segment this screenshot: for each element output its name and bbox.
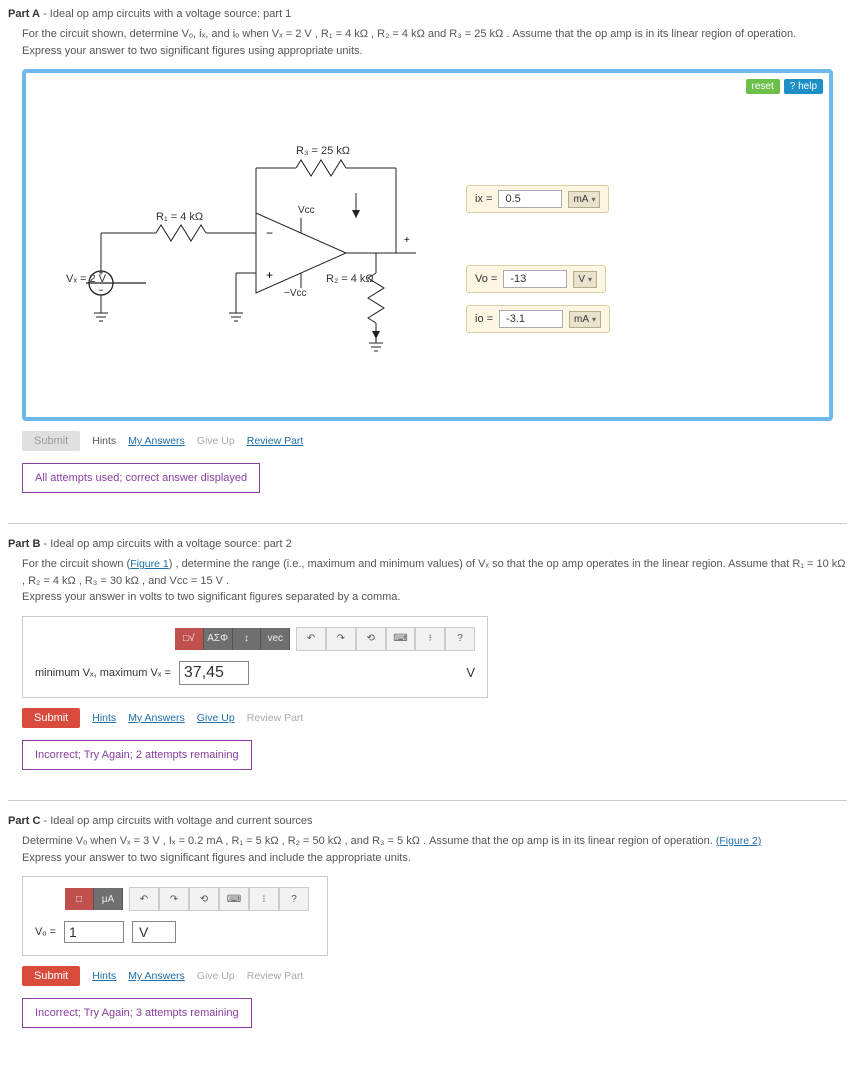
- label-r3: R₃ = 25 kΩ: [296, 145, 350, 157]
- io-label: io =: [475, 313, 493, 325]
- part-b-desc: For the circuit shown (Figure 1) , deter…: [22, 556, 847, 589]
- reset-button[interactable]: reset: [746, 79, 780, 94]
- part-b-instruction: Express your answer in volts to two sign…: [22, 589, 847, 606]
- input-panel-c: □ μA ↶ ↷ ⟲ ⌨ ⁝ ? Vₒ = 1 V: [22, 876, 328, 956]
- tb-btn-c-3[interactable]: ↷: [159, 887, 189, 911]
- ix-value[interactable]: 0.5: [498, 190, 562, 208]
- submit-button-c[interactable]: Submit: [22, 966, 80, 986]
- part-a: Part A - Ideal op amp circuits with a vo…: [8, 8, 847, 499]
- input-panel-b: □√ ΑΣΦ ↕ vec ↶ ↷ ⟲ ⌨ ⁝ ? minimum Vₓ, max…: [22, 616, 488, 698]
- tb-btn-c-7[interactable]: ?: [279, 887, 309, 911]
- figure1-link[interactable]: Figure 1: [130, 558, 169, 570]
- part-a-desc: For the circuit shown, determine Vₒ, iₓ,…: [22, 26, 847, 43]
- label-r2: R₂ = 4 kΩ: [326, 273, 374, 285]
- tb-btn-b-3[interactable]: vec: [261, 628, 290, 650]
- label-r1: R₁ = 4 kΩ: [156, 211, 203, 223]
- part-a-subtitle: - Ideal op amp circuits with a voltage s…: [43, 8, 291, 20]
- part-a-actions: Submit Hints My Answers Give Up Review P…: [22, 431, 833, 451]
- ix-label: ix =: [475, 193, 492, 205]
- answer-vo: Vo = -13 V: [466, 265, 606, 293]
- giveup-link-c: Give Up: [197, 970, 235, 982]
- vo-label: Vo =: [475, 273, 497, 285]
- toolbar-b: □√ ΑΣΦ ↕ vec ↶ ↷ ⟲ ⌨ ⁝ ?: [175, 627, 475, 651]
- toolbar-c: □ μA ↶ ↷ ⟲ ⌨ ⁝ ?: [65, 887, 315, 911]
- review-link-a[interactable]: Review Part: [247, 435, 304, 447]
- part-c-actions: Submit Hints My Answers Give Up Review P…: [22, 966, 833, 986]
- ix-unit[interactable]: mA: [568, 191, 600, 208]
- part-c-header: Part C - Ideal op amp circuits with volt…: [8, 815, 847, 827]
- tb-btn-b-1[interactable]: ΑΣΦ: [204, 628, 233, 650]
- svg-text:+: +: [404, 235, 410, 246]
- label-nvcc: −Vcc: [284, 288, 307, 299]
- io-unit[interactable]: mA: [569, 311, 601, 328]
- tb-btn-b-6[interactable]: ⟲: [356, 627, 386, 651]
- part-b-title: Part B: [8, 538, 40, 550]
- answer-ix: ix = 0.5 mA: [466, 185, 609, 213]
- submit-button-a: Submit: [22, 431, 80, 451]
- hints-link-b[interactable]: Hints: [92, 712, 116, 724]
- figure2-link[interactable]: (Figure 2): [716, 835, 762, 847]
- desc-pre-b: For the circuit shown (: [22, 558, 130, 570]
- tb-btn-b-0[interactable]: □√: [175, 628, 204, 650]
- input-unit-b: V: [466, 665, 475, 680]
- input-value-b[interactable]: 37,45: [179, 661, 249, 685]
- label-vx: Vₓ = 2 V: [66, 273, 106, 285]
- part-a-title: Part A: [8, 8, 40, 20]
- giveup-link-b[interactable]: Give Up: [197, 712, 235, 724]
- desc-c: Determine Vₒ when Vₓ = 3 V , Iₓ = 0.2 mA…: [22, 835, 713, 847]
- my-answers-link-b[interactable]: My Answers: [128, 712, 185, 724]
- svg-text:+: +: [266, 268, 273, 282]
- vo-unit[interactable]: V: [573, 271, 597, 288]
- vo-value[interactable]: -13: [503, 270, 567, 288]
- part-b-header: Part B - Ideal op amp circuits with a vo…: [8, 538, 847, 550]
- tb-btn-c-4[interactable]: ⟲: [189, 887, 219, 911]
- answer-io: io = -3.1 mA: [466, 305, 610, 333]
- giveup-link-a: Give Up: [197, 435, 235, 447]
- part-b-subtitle: - Ideal op amp circuits with a voltage s…: [43, 538, 291, 550]
- tb-btn-c-0[interactable]: □: [65, 888, 94, 910]
- tb-btn-b-2[interactable]: ↕: [233, 628, 262, 650]
- hints-link-a[interactable]: Hints: [92, 435, 116, 447]
- label-vcc: Vcc: [298, 205, 315, 216]
- part-a-header: Part A - Ideal op amp circuits with a vo…: [8, 8, 847, 20]
- part-c-subtitle: - Ideal op amp circuits with voltage and…: [43, 815, 312, 827]
- part-b: Part B - Ideal op amp circuits with a vo…: [8, 538, 847, 776]
- svg-text:−: −: [266, 226, 273, 240]
- part-c-instruction: Express your answer to two significant f…: [22, 850, 847, 867]
- tb-btn-b-5[interactable]: ↷: [326, 627, 356, 651]
- status-a: All attempts used; correct answer displa…: [22, 463, 260, 493]
- tb-btn-b-9[interactable]: ?: [445, 627, 475, 651]
- input-value-c[interactable]: 1: [64, 921, 124, 943]
- circuit-diagram: + − − +: [56, 113, 436, 373]
- part-b-actions: Submit Hints My Answers Give Up Review P…: [22, 708, 833, 728]
- input-unit-c[interactable]: V: [132, 921, 176, 943]
- tb-btn-b-8[interactable]: ⁝: [415, 627, 445, 651]
- part-c-title: Part C: [8, 815, 40, 827]
- svg-text:−: −: [98, 285, 103, 295]
- hints-link-c[interactable]: Hints: [92, 970, 116, 982]
- help-button[interactable]: help: [784, 79, 823, 94]
- my-answers-link-a[interactable]: My Answers: [128, 435, 185, 447]
- my-answers-link-c[interactable]: My Answers: [128, 970, 185, 982]
- status-c: Incorrect; Try Again; 3 attempts remaini…: [22, 998, 252, 1028]
- part-c: Part C - Ideal op amp circuits with volt…: [8, 815, 847, 1034]
- tb-btn-c-5[interactable]: ⌨: [219, 887, 249, 911]
- tb-btn-c-2[interactable]: ↶: [129, 887, 159, 911]
- review-link-c: Review Part: [247, 970, 304, 982]
- input-label-b: minimum Vₓ, maximum Vₓ =: [35, 667, 171, 679]
- io-value[interactable]: -3.1: [499, 310, 563, 328]
- status-b: Incorrect; Try Again; 2 attempts remaini…: [22, 740, 252, 770]
- review-link-b: Review Part: [247, 712, 304, 724]
- part-c-desc: Determine Vₒ when Vₓ = 3 V , Iₓ = 0.2 mA…: [22, 833, 847, 850]
- submit-button-b[interactable]: Submit: [22, 708, 80, 728]
- input-label-c: Vₒ =: [35, 926, 56, 938]
- tb-btn-c-6[interactable]: ⁝: [249, 887, 279, 911]
- tb-btn-c-1[interactable]: μA: [94, 888, 123, 910]
- tb-btn-b-7[interactable]: ⌨: [386, 627, 416, 651]
- circuit-canvas: reset help + −: [22, 69, 833, 421]
- part-a-instruction: Express your answer to two significant f…: [22, 43, 847, 60]
- tb-btn-b-4[interactable]: ↶: [296, 627, 326, 651]
